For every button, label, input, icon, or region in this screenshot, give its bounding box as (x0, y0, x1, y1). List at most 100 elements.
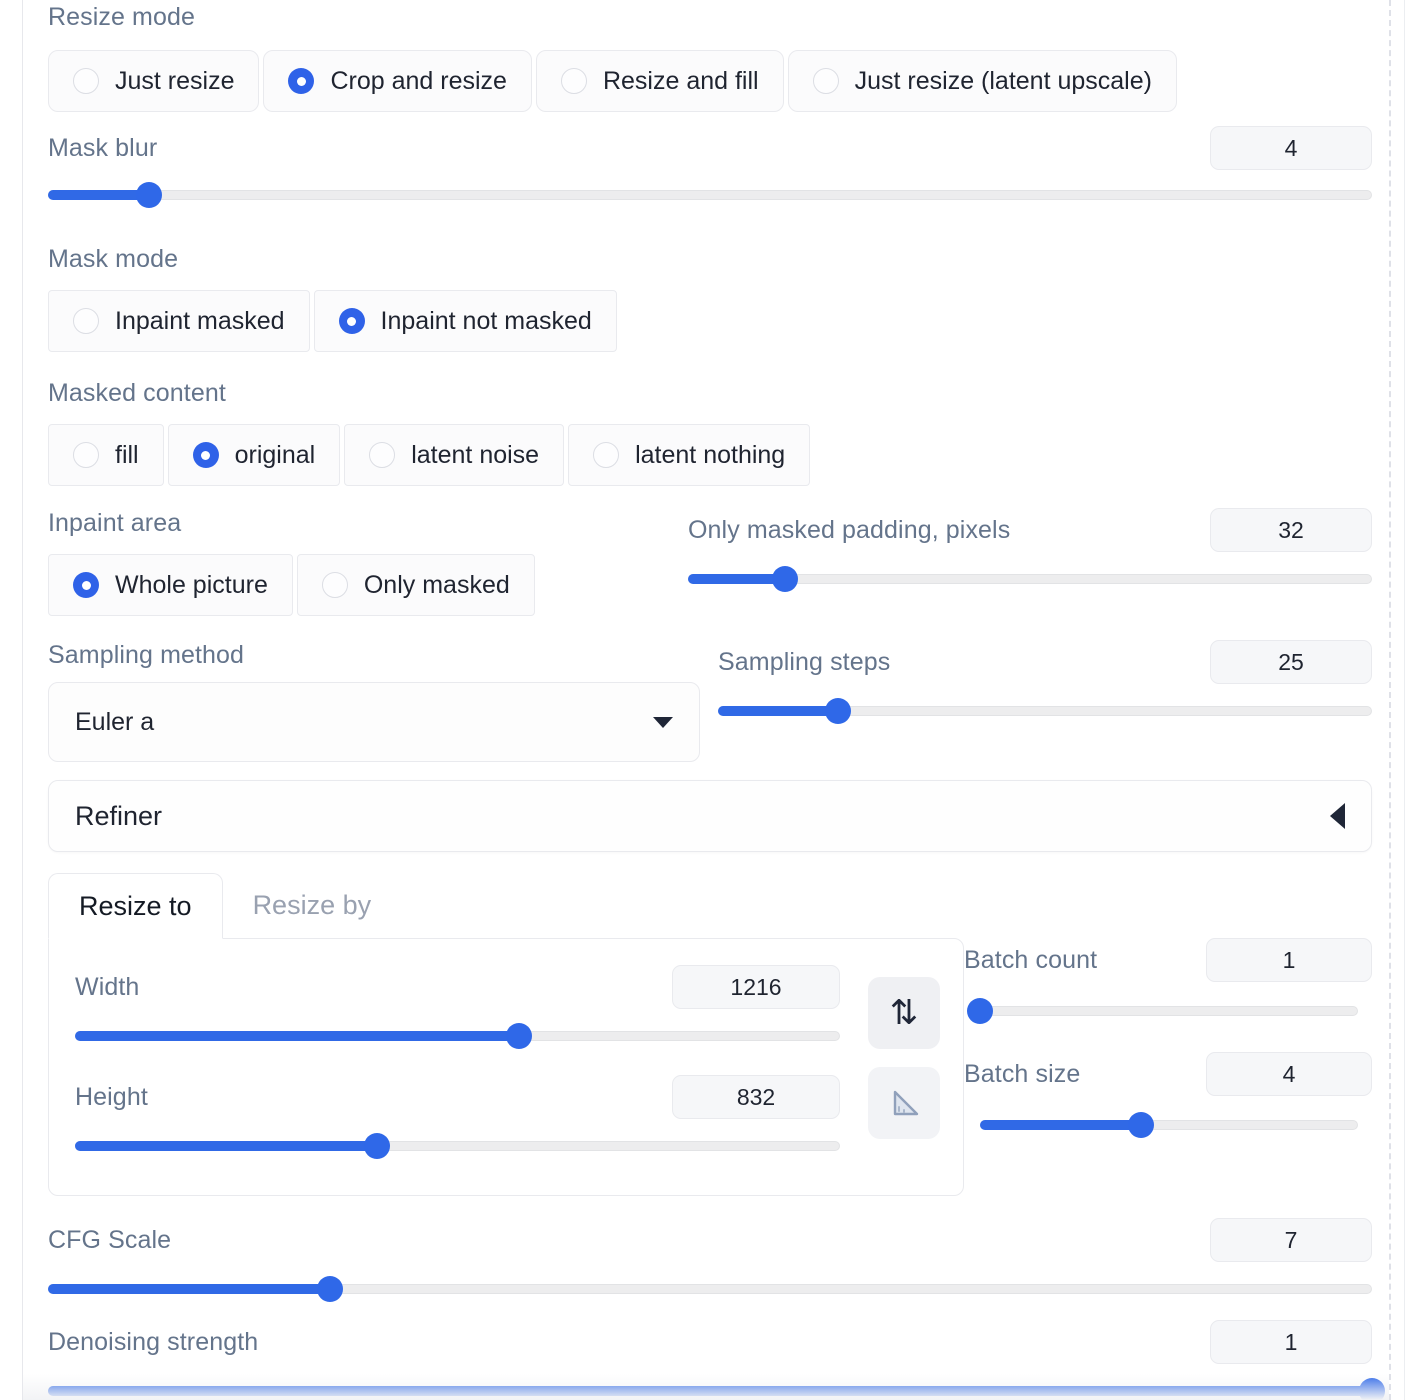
only-masked-padding-value-input[interactable]: 32 (1210, 508, 1372, 552)
mask-blur-label: Mask blur (48, 134, 158, 162)
slider-track (48, 190, 1372, 200)
option-label: fill (115, 440, 139, 469)
masked-content-label: Masked content (48, 379, 226, 407)
cfg-scale-slider[interactable] (48, 1276, 1372, 1302)
radio-icon[interactable] (73, 68, 99, 94)
inpaint-settings-panel: Resize mode Just resize Crop and resize … (0, 0, 1408, 1400)
mask-mode-option-inpaint-not-masked[interactable]: Inpaint not masked (313, 290, 617, 352)
inpaint-area-radio-group[interactable]: Whole picture Only masked (48, 554, 688, 616)
option-label: original (234, 440, 316, 469)
slider-fill (75, 1141, 378, 1151)
panel-right-dashed-border (1389, 0, 1391, 1400)
option-label: Crop and resize (330, 66, 507, 95)
radio-icon-selected[interactable] (288, 68, 315, 94)
mask-mode-label: Mask mode (48, 245, 179, 273)
slider-thumb[interactable] (1127, 1112, 1154, 1138)
slider-thumb[interactable] (824, 698, 851, 724)
slider-thumb[interactable] (967, 998, 993, 1024)
height-label: Height (75, 1083, 148, 1111)
swap-vertical-icon: ⇅ (889, 994, 919, 1032)
batch-size-label: Batch size (964, 1060, 1081, 1088)
inpaint-area-option-only-masked[interactable]: Only masked (296, 554, 535, 616)
batch-size-value-input[interactable]: 4 (1206, 1052, 1372, 1096)
radio-icon[interactable] (593, 442, 620, 468)
slider-fill (48, 1284, 330, 1294)
radio-icon[interactable] (369, 442, 396, 468)
sampling-steps-slider[interactable] (718, 698, 1372, 724)
slider-thumb[interactable] (505, 1023, 532, 1049)
option-label: Inpaint not masked (380, 306, 592, 335)
batch-size-slider[interactable] (980, 1112, 1358, 1138)
slider-fill (48, 1386, 1372, 1396)
radio-icon-selected[interactable] (338, 308, 365, 334)
masked-content-option-latent-nothing[interactable]: latent nothing (568, 424, 811, 486)
slider-thumb[interactable] (317, 1276, 343, 1302)
inpaint-area-label: Inpaint area (48, 509, 182, 537)
slider-fill (980, 1120, 1141, 1130)
cfg-scale-value-input[interactable]: 7 (1210, 1218, 1372, 1262)
swap-dimensions-button[interactable]: ⇅ (868, 977, 940, 1049)
chevron-down-icon[interactable] (653, 716, 673, 728)
radio-icon[interactable] (560, 68, 587, 94)
width-value-input[interactable]: 1216 (672, 965, 840, 1009)
radio-icon[interactable] (73, 442, 99, 468)
mask-mode-option-inpaint-masked[interactable]: Inpaint masked (48, 290, 310, 352)
width-slider[interactable] (75, 1023, 840, 1049)
masked-content-option-original[interactable]: original (167, 424, 341, 486)
page-right-edge (1404, 0, 1405, 1400)
resize-mode-label: Resize mode (48, 3, 195, 31)
refiner-accordion[interactable]: Refiner (48, 780, 1372, 852)
batch-count-value-input[interactable]: 1 (1206, 938, 1372, 982)
height-value-input[interactable]: 832 (672, 1075, 840, 1119)
radio-icon[interactable] (321, 572, 348, 598)
only-masked-padding-label: Only masked padding, pixels (688, 516, 1011, 544)
resize-mode-option-crop-and-resize[interactable]: Crop and resize (263, 50, 532, 112)
slider-thumb[interactable] (364, 1133, 391, 1159)
resize-mode-option-just-resize[interactable]: Just resize (48, 50, 260, 112)
slider-thumb[interactable] (135, 182, 162, 208)
sampling-steps-value-input[interactable]: 25 (1210, 640, 1372, 684)
option-label: Only masked (363, 570, 510, 599)
resize-tab-bar[interactable]: Resize to Resize by (48, 872, 964, 939)
chevron-left-icon[interactable] (1330, 803, 1345, 829)
tab-resize-by[interactable]: Resize by (223, 872, 402, 938)
slider-fill (75, 1031, 519, 1041)
sampling-steps-label: Sampling steps (718, 648, 891, 676)
resize-mode-option-just-resize-latent-upscale[interactable]: Just resize (latent upscale) (787, 50, 1177, 112)
radio-icon[interactable] (73, 308, 99, 334)
refiner-title: Refiner (75, 800, 163, 831)
mask-blur-slider[interactable] (48, 182, 1372, 208)
masked-content-option-fill[interactable]: fill (48, 424, 164, 486)
sampling-method-dropdown[interactable]: Euler a (48, 682, 700, 762)
slider-fill (718, 706, 838, 716)
triangle-ruler-icon (893, 1090, 919, 1116)
mask-blur-value-input[interactable]: 4 (1210, 126, 1372, 170)
masked-content-option-latent-noise[interactable]: latent noise (344, 424, 565, 486)
tab-resize-to[interactable]: Resize to (48, 873, 223, 939)
inpaint-area-option-whole-picture[interactable]: Whole picture (48, 554, 293, 616)
option-label: latent noise (411, 440, 540, 469)
batch-count-slider[interactable] (967, 998, 1358, 1024)
mask-mode-radio-group[interactable]: Inpaint masked Inpaint not masked (48, 290, 1372, 352)
batch-count-label: Batch count (964, 946, 1098, 974)
denoising-strength-slider[interactable] (48, 1378, 1385, 1400)
option-label: Whole picture (115, 570, 268, 599)
radio-icon[interactable] (812, 68, 839, 94)
denoising-strength-value-input[interactable]: 1 (1210, 1320, 1372, 1364)
resize-mode-option-resize-and-fill[interactable]: Resize and fill (535, 50, 784, 112)
masked-content-radio-group[interactable]: fill original latent noise latent nothin… (48, 424, 1372, 486)
slider-fill (48, 190, 149, 200)
sampling-method-label: Sampling method (48, 641, 245, 669)
slider-thumb[interactable] (1359, 1378, 1385, 1400)
only-masked-padding-slider[interactable] (688, 566, 1372, 592)
radio-icon-selected[interactable] (192, 442, 219, 468)
option-label: Inpaint masked (115, 306, 285, 335)
slider-thumb[interactable] (772, 566, 799, 592)
calc-resolution-button[interactable] (868, 1067, 940, 1139)
radio-icon-selected[interactable] (73, 572, 99, 598)
height-slider[interactable] (75, 1133, 840, 1159)
sampling-method-value: Euler a (75, 707, 155, 736)
slider-fill (688, 574, 786, 584)
resize-mode-radio-group[interactable]: Just resize Crop and resize Resize and f… (48, 50, 1372, 112)
cfg-scale-label: CFG Scale (48, 1226, 172, 1254)
